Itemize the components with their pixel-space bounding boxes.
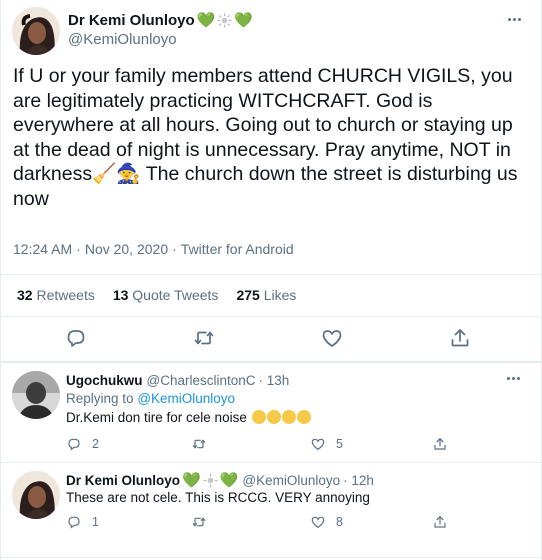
reply-button[interactable]: 2 — [66, 436, 99, 452]
avatar-image — [12, 371, 60, 419]
reply-text: Dr.Kemi don tire for cele noise — [66, 410, 247, 425]
meta-separator: · — [76, 241, 81, 257]
tweet-text: If U or your family members attend CHURC… — [13, 65, 518, 210]
replying-to: Replying to @KemiOlunloyo — [66, 391, 236, 406]
tears-of-joy-icon — [281, 410, 296, 424]
share-icon[interactable] — [448, 326, 472, 350]
share-icon — [434, 437, 446, 450]
reply-icon — [68, 438, 80, 451]
tweet-meta: 12:24 AM · Nov 20, 2020 · Twitter for An… — [13, 241, 294, 257]
emoji-sequence — [251, 410, 311, 425]
green-heart-icon: 💚 — [234, 12, 254, 29]
quote-tweets-stat[interactable]: 13 Quote Tweets — [113, 287, 219, 303]
tweet-stats: 32 Retweets 13 Quote Tweets 275 Likes — [17, 287, 296, 303]
reply-count: 2 — [92, 437, 99, 451]
grin-icon — [296, 410, 311, 424]
reply-text: These are not cele. This is RCCG. VERY a… — [66, 490, 370, 505]
share-button[interactable] — [432, 436, 448, 452]
tweet-source[interactable]: Twitter for Android — [181, 241, 294, 257]
like-button[interactable]: 8 — [310, 514, 343, 530]
reply-time[interactable]: · 13h — [259, 373, 290, 388]
reply-count: 1 — [92, 515, 99, 529]
reply-time[interactable]: · 12h — [343, 473, 374, 488]
rofl-icon — [266, 410, 281, 424]
sparkle-icon — [217, 12, 232, 28]
sparkle-icon — [203, 472, 218, 488]
divider — [0, 316, 542, 317]
author-handle[interactable]: @CharlesclintonC — [147, 373, 256, 388]
share-button[interactable] — [432, 514, 448, 530]
author-name-row: Dr Kemi Olunloyo 💚 💚 — [68, 11, 254, 30]
tweet-actions — [0, 326, 542, 352]
like-button[interactable]: 5 — [310, 436, 343, 452]
author-handle[interactable]: @KemiOlunloyo — [242, 473, 340, 488]
reply-button[interactable]: 1 — [66, 514, 99, 530]
meta-separator: · — [172, 241, 177, 257]
divider — [0, 274, 542, 275]
author-handle[interactable]: @KemiOlunloyo — [68, 31, 177, 48]
green-heart-icon: 💚 — [182, 472, 201, 489]
retweets-stat[interactable]: 32 Retweets — [17, 287, 95, 303]
avatar[interactable] — [12, 7, 60, 55]
reply-text-row: Dr.Kemi don tire for cele noise — [66, 410, 311, 425]
like-icon — [311, 438, 325, 451]
reply-actions: 1 8 — [66, 514, 466, 534]
like-count: 5 — [336, 437, 343, 451]
replying-to-handle[interactable]: @KemiOlunloyo — [137, 391, 235, 406]
like-icon — [311, 516, 325, 529]
retweet-icon — [192, 517, 206, 527]
reply-tweet[interactable]: Dr Kemi Olunloyo 💚 💚 @KemiOlunloyo · 12h… — [0, 463, 542, 560]
reply-actions: 2 5 — [66, 436, 466, 456]
reply-icon[interactable] — [64, 326, 88, 350]
retweet-icon — [192, 439, 206, 449]
author-name[interactable]: Ugochukwu — [66, 373, 143, 388]
like-icon[interactable] — [320, 326, 344, 350]
author-name[interactable]: Dr Kemi Olunloyo — [68, 12, 195, 29]
likes-stat[interactable]: 275 Likes — [236, 287, 296, 303]
green-heart-icon: 💚 — [196, 12, 216, 29]
reply-tweet[interactable]: Ugochukwu @CharlesclintonC · 13h Replyin… — [0, 363, 542, 462]
share-icon — [434, 515, 446, 528]
avatar-image — [12, 471, 60, 519]
avatar[interactable] — [12, 471, 60, 519]
crying-face-icon — [251, 410, 266, 424]
divider — [0, 557, 542, 558]
retweet-button[interactable] — [191, 436, 217, 452]
more-icon[interactable] — [508, 18, 521, 21]
reply-header: Ugochukwu @CharlesclintonC · 13h — [66, 373, 289, 388]
author-handle-row: @KemiOlunloyo — [68, 31, 177, 48]
more-icon[interactable] — [507, 377, 520, 380]
like-count: 8 — [336, 515, 343, 529]
avatar[interactable] — [12, 371, 60, 419]
tweet-date[interactable]: Nov 20, 2020 — [85, 241, 168, 257]
author-name[interactable]: Dr Kemi Olunloyo — [66, 473, 180, 488]
retweet-button[interactable] — [191, 514, 217, 530]
reply-header: Dr Kemi Olunloyo 💚 💚 @KemiOlunloyo · 12h — [66, 471, 374, 489]
green-heart-icon: 💚 — [219, 472, 239, 489]
avatar-image — [12, 7, 60, 55]
tweet-time[interactable]: 12:24 AM — [13, 241, 72, 257]
retweet-icon[interactable] — [192, 326, 216, 350]
reply-icon — [68, 516, 80, 529]
